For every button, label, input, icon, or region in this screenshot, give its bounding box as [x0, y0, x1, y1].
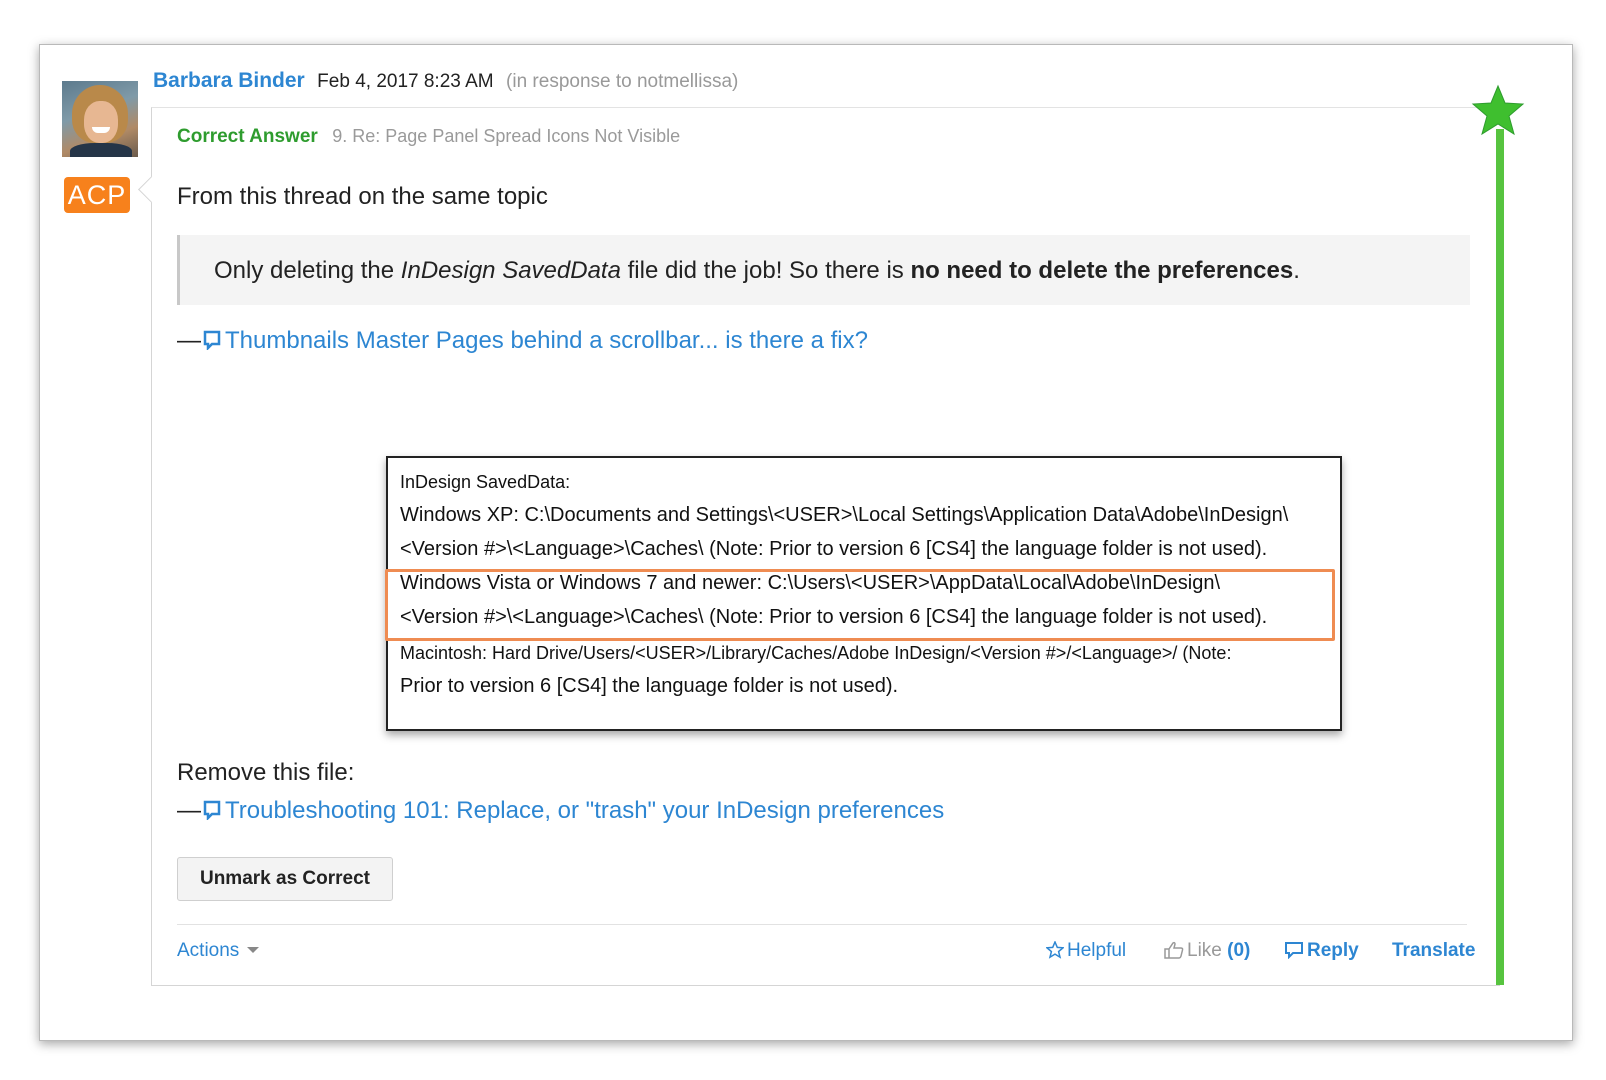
discussion-icon: [203, 800, 221, 820]
post-date: Feb 4, 2017 8:23 AM: [317, 71, 494, 92]
like-button[interactable]: Like (0): [1164, 940, 1250, 962]
reply-bubble-icon: [1285, 942, 1303, 959]
intro-text: From this thread on the same topic: [177, 183, 548, 210]
in-response-text[interactable]: (in response to notmellissa): [506, 71, 738, 92]
post-header: Barbara Binder Feb 4, 2017 8:23 AM (in r…: [153, 69, 738, 93]
thread-link[interactable]: Thumbnails Master Pages behind a scrollb…: [225, 327, 868, 354]
post-subject: 9. Re: Page Panel Spread Icons Not Visib…: [332, 126, 681, 146]
correct-star-icon: [1471, 84, 1525, 136]
reply-button[interactable]: Reply: [1284, 940, 1359, 962]
footer-divider: [177, 924, 1467, 925]
helpful-button[interactable]: Helpful: [1046, 940, 1126, 962]
correct-answer-bar: [1496, 129, 1504, 985]
chevron-down-icon: [247, 947, 260, 953]
discussion-post-frame: ACP Barbara Binder Feb 4, 2017 8:23 AM (…: [39, 44, 1573, 1041]
author-link[interactable]: Barbara Binder: [153, 69, 305, 92]
preferences-link-line: — Troubleshooting 101: Replace, or "trash…: [177, 797, 945, 824]
star-outline-icon: [1046, 941, 1064, 959]
discussion-icon: [203, 330, 221, 350]
highlight-box: [385, 569, 1335, 641]
preferences-link[interactable]: Troubleshooting 101: Replace, or "trash"…: [225, 797, 944, 824]
blockquote: Only deleting the InDesign SavedData fil…: [177, 235, 1470, 305]
actions-dropdown[interactable]: Actions: [177, 940, 260, 962]
acp-badge: ACP: [64, 177, 130, 213]
like-count[interactable]: (0): [1227, 940, 1250, 961]
user-avatar[interactable]: [62, 81, 138, 157]
thread-link-line: — Thumbnails Master Pages behind a scroll…: [177, 327, 868, 354]
remove-file-label: Remove this file:: [177, 759, 355, 786]
quote-text: Only deleting the InDesign SavedData fil…: [214, 257, 1300, 284]
correct-answer-line: Correct Answer 9. Re: Page Panel Spread …: [177, 126, 680, 148]
translate-link[interactable]: Translate: [1392, 940, 1475, 962]
unmark-correct-button[interactable]: Unmark as Correct: [177, 857, 393, 901]
thumbs-up-icon: [1164, 941, 1184, 959]
correct-answer-label: Correct Answer: [177, 126, 318, 147]
